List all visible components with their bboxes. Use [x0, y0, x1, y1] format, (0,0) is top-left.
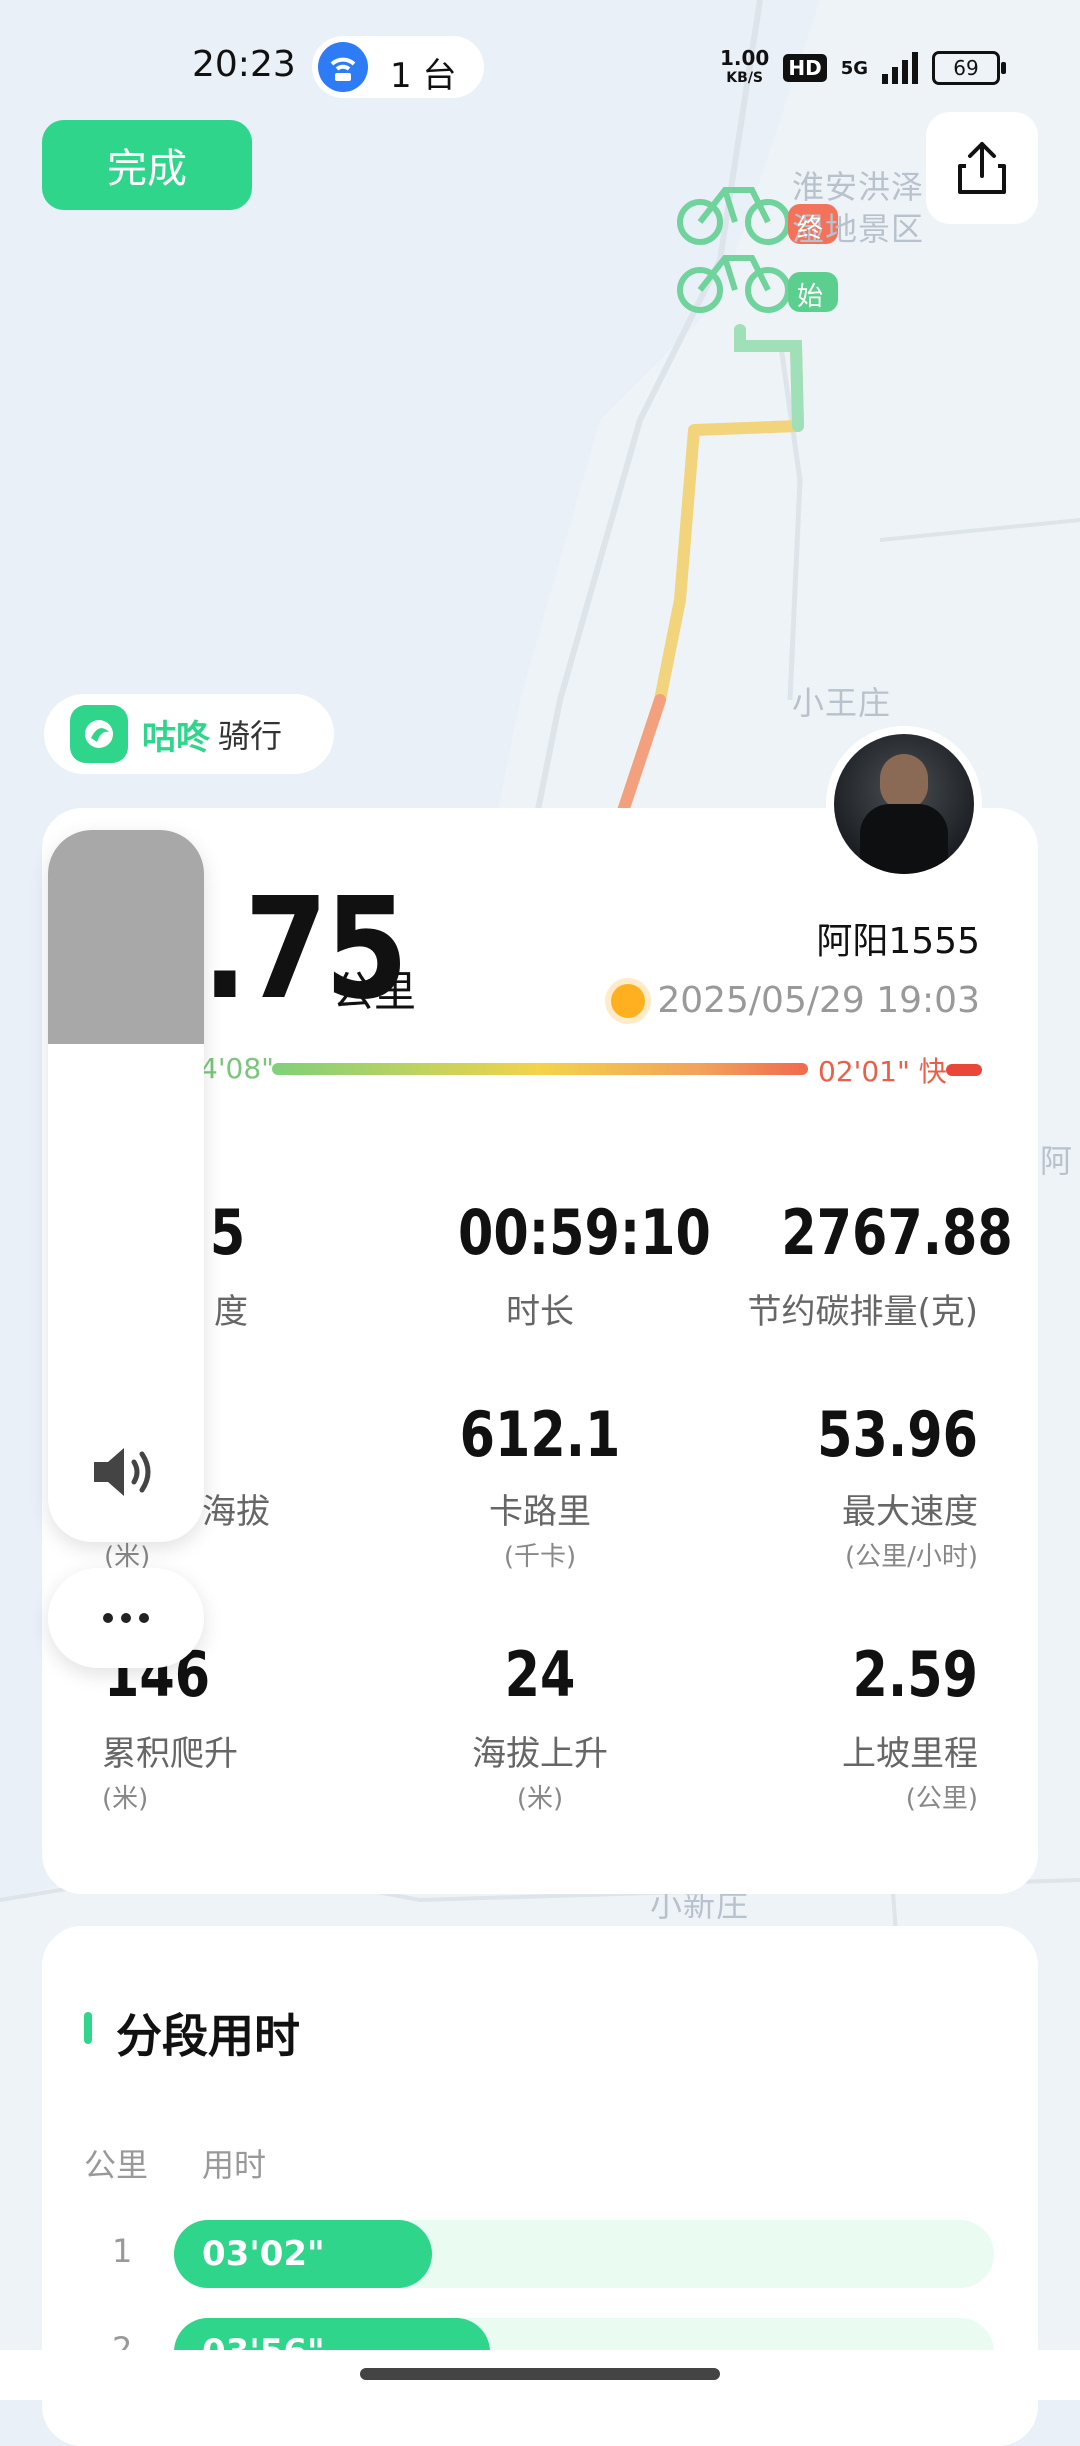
network-type: 5G	[840, 57, 868, 79]
username: 阿阳1555	[816, 921, 980, 962]
brand-badge: 咕咚 骑行	[44, 694, 334, 774]
stat-unit: (米)	[516, 1784, 564, 1814]
more-options-button[interactable]	[48, 1568, 204, 1668]
signal-icon	[882, 52, 918, 84]
pace-gradient-bar	[272, 1063, 808, 1075]
stat-value: 53.96	[817, 1398, 978, 1471]
pace-fastest: 02'01" 快	[818, 1055, 947, 1088]
brand-name: 咕咚	[142, 717, 210, 758]
stat-label: 海拔上升	[472, 1734, 608, 1774]
brand-subtitle: 骑行	[218, 717, 283, 755]
status-bar: 20:23 1 台 1.00 KB/S HD 5G 69	[0, 0, 1080, 130]
stat-label: 节约碳排量(克)	[747, 1292, 978, 1332]
volume-level-fill	[48, 830, 204, 1044]
hotspot-pill[interactable]: 1 台	[312, 36, 484, 98]
system-icons: 1.00 KB/S HD 5G 69	[719, 44, 1006, 92]
end-marker-label: 终	[797, 214, 824, 244]
stat-unit: (公里)	[905, 1784, 978, 1814]
map-label: 小王庄	[792, 684, 892, 722]
start-marker-label: 始	[797, 282, 824, 312]
stat-value: 24	[504, 1638, 576, 1711]
pace-slowest: 4'08"	[200, 1052, 275, 1085]
stat-label: 最大速度	[842, 1492, 978, 1532]
map-label: 阿	[1040, 1142, 1074, 1180]
stat-label: 上坡里程	[842, 1734, 978, 1774]
done-button[interactable]: 完成	[42, 120, 252, 210]
stat-label: 海拔	[202, 1492, 270, 1532]
stat-value: 2767.88	[781, 1196, 1013, 1269]
stat-value: 2.59	[852, 1638, 978, 1711]
stat-unit: (米)	[102, 1784, 149, 1814]
ride-datetime: 2025/05/29 19:03	[611, 980, 980, 1021]
clock: 20:23	[192, 44, 296, 85]
split-km: 1	[112, 2232, 133, 2270]
stat-label: 时长	[506, 1292, 574, 1332]
speaker-icon[interactable]	[90, 1442, 162, 1506]
battery-icon: 69	[932, 51, 1006, 85]
sun-icon	[611, 983, 646, 1018]
share-icon	[958, 142, 1006, 194]
splits-title: 分段用时	[116, 2009, 300, 2063]
distance-unit: 公里	[332, 967, 417, 1016]
stat-label: 累积爬升	[102, 1734, 238, 1774]
volume-slider[interactable]	[48, 830, 204, 1542]
stat-value: 612.1	[459, 1398, 621, 1471]
avatar[interactable]	[826, 726, 982, 882]
net-speed: 1.00 KB/S	[719, 46, 770, 86]
column-header-km: 公里	[84, 2146, 149, 2184]
map-label: 淮安洪泽	[792, 168, 925, 206]
home-indicator[interactable]	[360, 2368, 720, 2380]
stat-label: 卡路里	[489, 1492, 591, 1532]
brand-logo-icon	[70, 705, 128, 763]
stat-unit: (千卡)	[503, 1542, 577, 1572]
split-bar: 03'02"	[174, 2220, 432, 2288]
share-button[interactable]	[926, 112, 1038, 224]
stat-label: 度	[214, 1292, 248, 1332]
hotspot-icon	[318, 42, 368, 92]
section-accent	[84, 2012, 92, 2044]
stat-unit: (公里/小时)	[844, 1542, 978, 1572]
stat-value: 00:59:10	[458, 1196, 711, 1269]
hotspot-count: 1 台	[390, 56, 457, 96]
stat-value: 5	[209, 1196, 246, 1269]
column-header-time: 用时	[202, 2146, 267, 2184]
pace-fast-marker	[946, 1064, 982, 1076]
hd-icon: HD	[783, 54, 827, 82]
